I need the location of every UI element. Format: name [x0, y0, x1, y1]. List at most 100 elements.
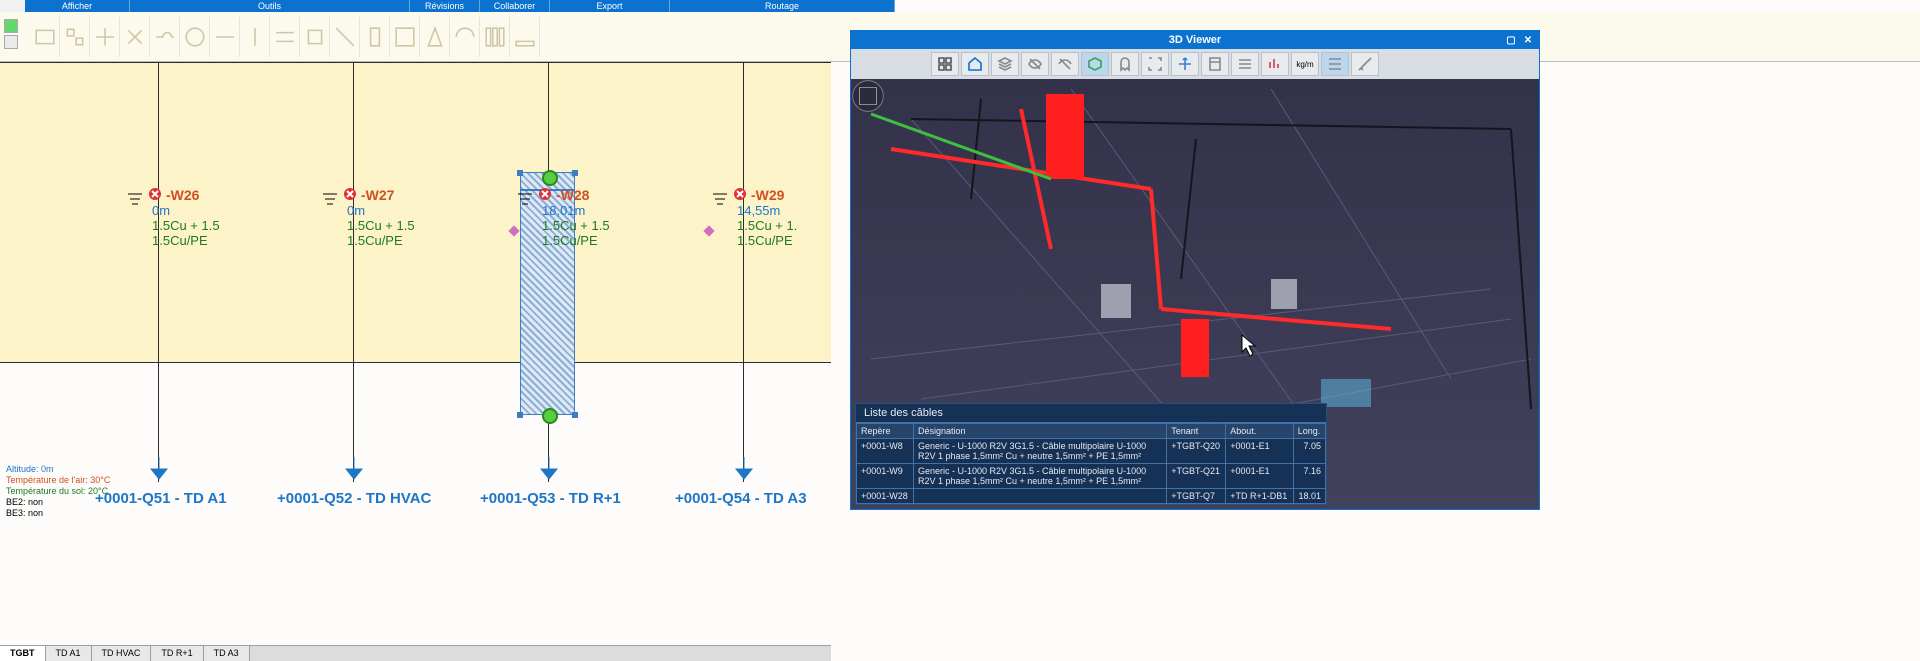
cell-ten: +TGBT-Q20 — [1167, 439, 1226, 464]
symbol-tool-5[interactable] — [180, 17, 210, 57]
cable-id: -W26 — [166, 187, 347, 203]
drag-handle-0[interactable] — [542, 170, 558, 186]
cable-id: -W27 — [361, 187, 542, 203]
air-temp-value: Température de l'air: 30°C — [6, 475, 110, 486]
error-icon — [733, 187, 747, 201]
cable-list-title: Liste des câbles — [856, 404, 1326, 423]
home-icon[interactable] — [961, 52, 989, 76]
cable-col-4[interactable]: Long. — [1293, 424, 1325, 439]
symbol-tool-3[interactable] — [120, 17, 150, 57]
cell-des: Generic - U-1000 R2V 3G1.5 - Câble multi… — [914, 439, 1167, 464]
cable-col-3[interactable]: About. — [1226, 424, 1293, 439]
cable-row[interactable]: +0001-W28+TGBT-Q7+TD R+1-DB118.01 — [857, 489, 1326, 504]
symbol-tool-11[interactable] — [360, 17, 390, 57]
symbol-tool-16[interactable] — [510, 17, 540, 57]
cable-col-1[interactable]: Désignation — [914, 424, 1167, 439]
list-icon[interactable] — [1321, 52, 1349, 76]
feeder-arrow-icon — [733, 457, 755, 488]
sliders-icon[interactable] — [1231, 52, 1259, 76]
symbol-tool-8[interactable] — [270, 17, 300, 57]
feeder-line--W29 — [743, 62, 744, 482]
cell-ten: +TGBT-Q21 — [1167, 464, 1226, 489]
viewer-toolbar: kg/m — [851, 49, 1539, 79]
viewer-maximize-button[interactable]: ▢ — [1504, 33, 1518, 47]
route-marker-icon — [508, 224, 520, 242]
symbol-tool-2[interactable] — [90, 17, 120, 57]
feeder-arrow-icon — [343, 457, 365, 488]
kgm-label[interactable]: kg/m — [1291, 52, 1319, 76]
move-icon[interactable] — [1171, 52, 1199, 76]
viewer-close-button[interactable]: ✕ — [1521, 33, 1535, 47]
ghost-icon[interactable] — [1111, 52, 1139, 76]
symbol-tool-0[interactable] — [30, 17, 60, 57]
cable-col-2[interactable]: Tenant — [1167, 424, 1226, 439]
cell-rep: +0001-W9 — [857, 464, 914, 489]
sheet-tab-TDA1[interactable]: TD A1 — [46, 646, 92, 661]
sheet-tab-TDR+1[interactable]: TD R+1 — [151, 646, 203, 661]
ground-symbol — [128, 190, 146, 219]
cable-block--W26[interactable]: -W260m1.5Cu + 1.51.5Cu/PE — [152, 187, 347, 248]
symbol-tool-6[interactable] — [210, 17, 240, 57]
measure-icon[interactable] — [1351, 52, 1379, 76]
menu-tab-collaborer[interactable]: Collaborer — [480, 0, 550, 12]
symbol-tool-12[interactable] — [390, 17, 420, 57]
schematic-canvas[interactable]: Altitude: 0m Température de l'air: 30°C … — [0, 62, 831, 532]
grid-icon[interactable] — [931, 52, 959, 76]
eye-slash-icon[interactable] — [1051, 52, 1079, 76]
note-icon[interactable] — [1201, 52, 1229, 76]
selection-handle[interactable] — [572, 412, 578, 418]
symbol-tool-7[interactable] — [240, 17, 270, 57]
selection-handle[interactable] — [517, 170, 523, 176]
cable-row[interactable]: +0001-W9Generic - U-1000 R2V 3G1.5 - Câb… — [857, 464, 1326, 489]
sheet-tab-TGBT[interactable]: TGBT — [0, 646, 46, 661]
be3-value: BE3: non — [6, 508, 110, 519]
menu-tab-afficher[interactable]: Afficher — [25, 0, 130, 12]
sheet-tab-TDHVAC[interactable]: TD HVAC — [92, 646, 152, 661]
cell-lon: 7.05 — [1293, 439, 1325, 464]
altitude-value: Altitude: 0m — [6, 464, 110, 475]
cell-ab: +0001-E1 — [1226, 464, 1293, 489]
eye-off-icon[interactable] — [1021, 52, 1049, 76]
feeder-label: +0001-Q53 - TD R+1 — [480, 490, 621, 507]
cable-length: 0m — [152, 203, 347, 218]
cell-ab: +0001-E1 — [1226, 439, 1293, 464]
symbol-tool-4[interactable] — [150, 17, 180, 57]
cable-row[interactable]: +0001-W8Generic - U-1000 R2V 3G1.5 - Câb… — [857, 439, 1326, 464]
selection-handle[interactable] — [517, 412, 523, 418]
viewer-3d-scene[interactable]: Liste des câbles RepèreDésignationTenant… — [851, 79, 1539, 509]
menu-spacer-left — [0, 0, 25, 12]
record-button[interactable] — [4, 35, 18, 49]
feeder-line--W26 — [158, 62, 159, 482]
symbol-tool-14[interactable] — [450, 17, 480, 57]
symbol-tool-15[interactable] — [480, 17, 510, 57]
symbol-tool-1[interactable] — [60, 17, 90, 57]
sheet-tab-TDA3[interactable]: TD A3 — [204, 646, 250, 661]
bounds-icon[interactable] — [1141, 52, 1169, 76]
play-button[interactable] — [4, 19, 18, 33]
cable-col-0[interactable]: Repère — [857, 424, 914, 439]
menu-tab-outils[interactable]: Outils — [130, 0, 410, 12]
layers-icon[interactable] — [991, 52, 1019, 76]
ground-symbol — [323, 190, 341, 219]
route-marker-icon — [703, 224, 715, 242]
symbol-tool-13[interactable] — [420, 17, 450, 57]
cell-lon: 7.16 — [1293, 464, 1325, 489]
menu-tab-export[interactable]: Export — [550, 0, 670, 12]
cable-id: -W28 — [556, 187, 737, 203]
drag-handle-1[interactable] — [542, 408, 558, 424]
symbol-tool-10[interactable] — [330, 17, 360, 57]
feeder-arrow-icon — [148, 457, 170, 488]
compass-icon[interactable] — [851, 79, 885, 113]
menu-tab-routage[interactable]: Routage — [670, 0, 895, 12]
symbol-tool-9[interactable] — [300, 17, 330, 57]
selection-handle[interactable] — [572, 170, 578, 176]
menu-tab-révisions[interactable]: Révisions — [410, 0, 480, 12]
cell-des: Generic - U-1000 R2V 3G1.5 - Câble multi… — [914, 464, 1167, 489]
ground-symbol — [713, 190, 731, 219]
feeder-label: +0001-Q54 - TD A3 — [675, 490, 807, 507]
feeder-label: +0001-Q51 - TD A1 — [95, 490, 227, 507]
chart-icon[interactable] — [1261, 52, 1289, 76]
cube-icon[interactable] — [1081, 52, 1109, 76]
main-menubar: AfficherOutilsRévisionsCollaborerExportR… — [0, 0, 1920, 12]
sheet-tab-strip: TGBTTD A1TD HVACTD R+1TD A3 — [0, 645, 831, 661]
